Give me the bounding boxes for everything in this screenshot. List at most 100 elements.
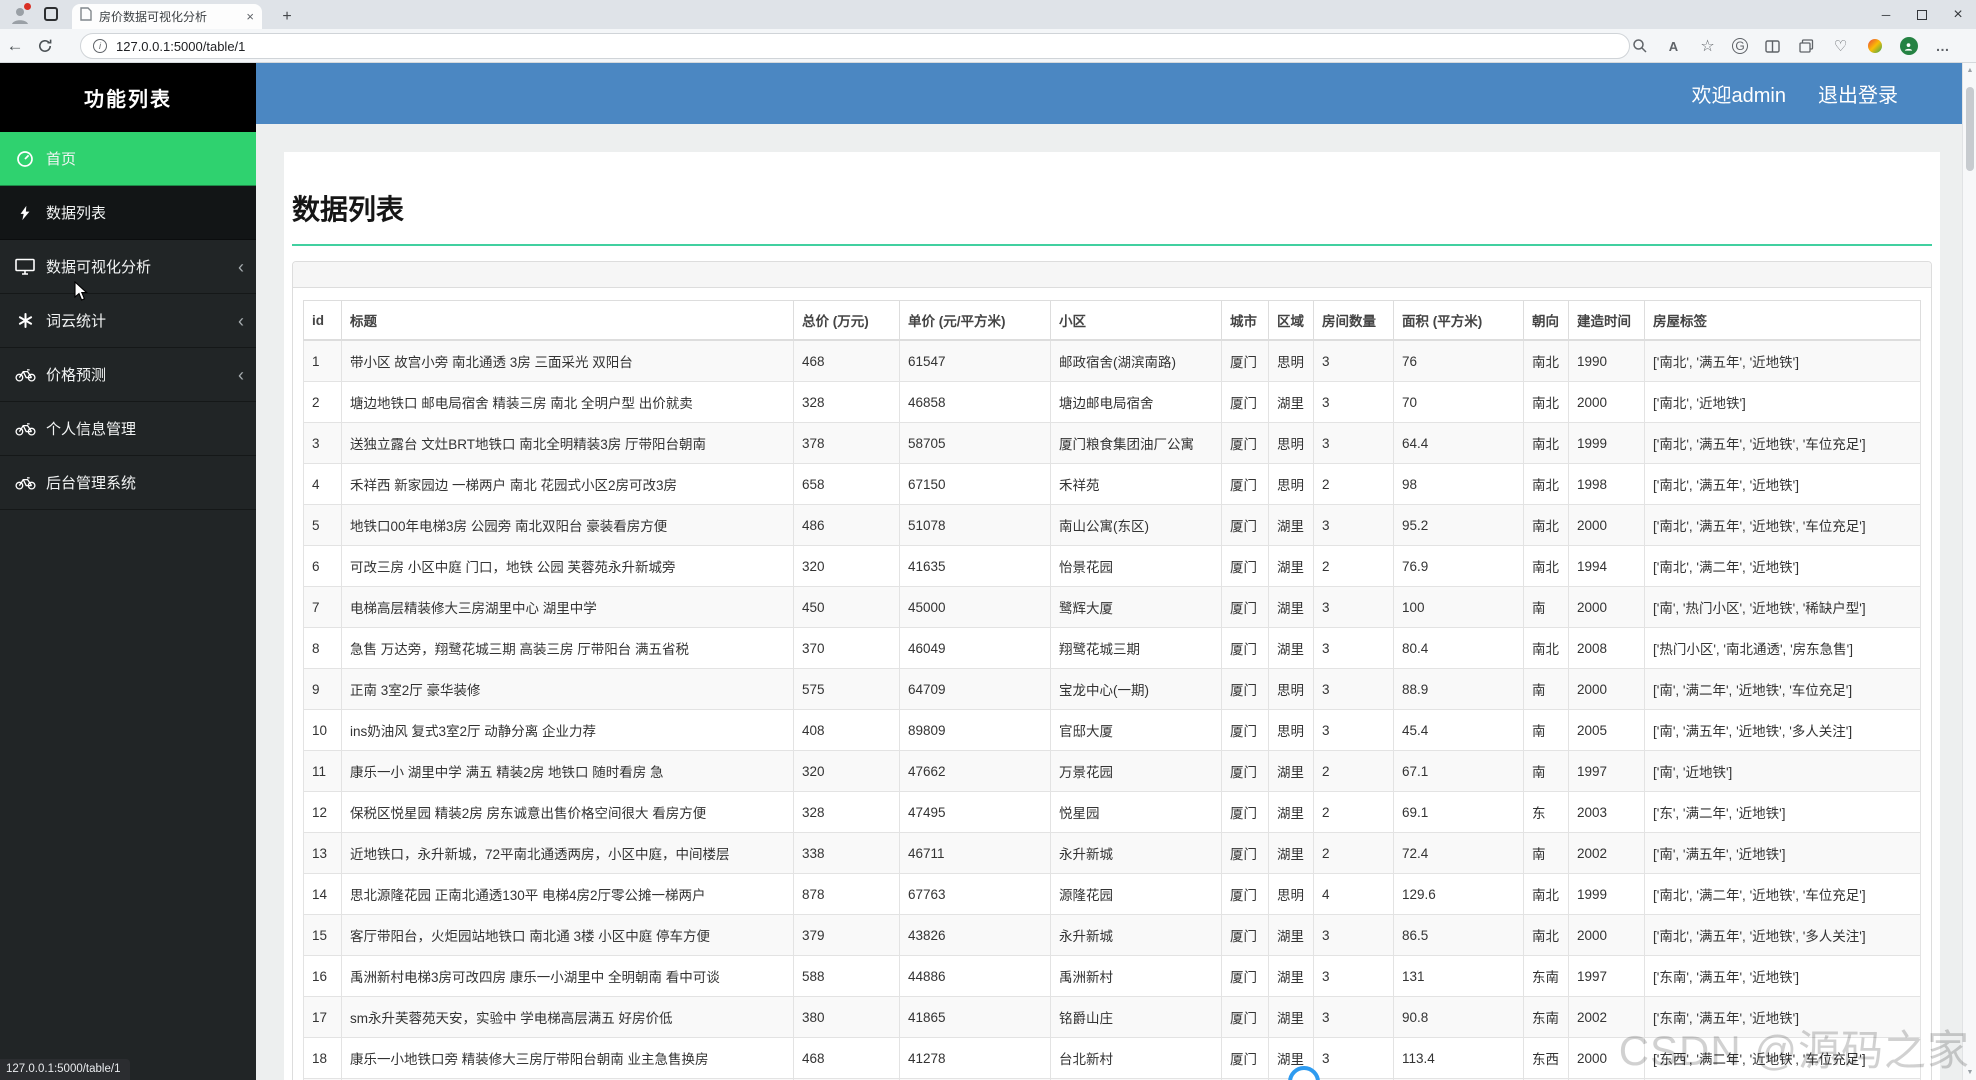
cell-tags: ['热门小区', '南北通透', '房东急售'] [1644, 627, 1921, 669]
cell-district: 思明 [1268, 339, 1314, 382]
cell-unit-price: 67150 [899, 463, 1051, 505]
minimize-button[interactable]: ─ [1868, 0, 1904, 29]
maximize-button[interactable] [1904, 0, 1940, 29]
browser-profile-icon[interactable] [8, 3, 32, 27]
cell-title: 可改三房 小区中庭 门口，地铁 公园 芙蓉苑永升新城旁 [341, 545, 794, 587]
cell-unit-price: 67763 [899, 873, 1051, 915]
cell-district: 湖里 [1268, 791, 1314, 833]
sidebar-title: 功能列表 [0, 63, 256, 132]
sidebar-item-price-predict[interactable]: 价格预测 ‹ [0, 348, 256, 402]
cell-orientation: 南 [1523, 586, 1569, 628]
sidebar-item-home[interactable]: 首页 [0, 132, 256, 186]
workspaces-icon[interactable] [44, 7, 58, 21]
cell-orientation: 南 [1523, 709, 1569, 751]
cell-title: 地铁口00年电梯3房 公园旁 南北双阳台 豪装看房方便 [341, 504, 794, 546]
sidebar-item-profile-manage[interactable]: 个人信息管理 [0, 402, 256, 456]
cell-area: 131 [1393, 955, 1524, 997]
cell-year: 1998 [1568, 463, 1645, 505]
refresh-icon[interactable] [30, 38, 60, 54]
cell-total-price: 486 [793, 504, 900, 546]
cell-area: 90.8 [1393, 996, 1524, 1038]
page-scrollbar[interactable]: ▲ ▼ [1962, 63, 1976, 1080]
profile-avatar-icon[interactable] [1899, 37, 1918, 56]
cell-total-price: 379 [793, 914, 900, 956]
cell-title: 康乐一小地铁口旁 精装修大三房厅带阳台朝南 业主急售换房 [341, 1037, 794, 1079]
col-header-rooms: 房间数量 [1313, 300, 1394, 341]
site-info-icon[interactable]: i [93, 39, 107, 53]
cell-city: 厦门 [1221, 1037, 1269, 1079]
address-bar[interactable]: i 127.0.0.1:5000/table/1 [80, 33, 1630, 59]
cell-city: 厦门 [1221, 791, 1269, 833]
cell-rooms: 2 [1313, 463, 1394, 505]
close-button[interactable]: × [1940, 0, 1976, 29]
table-row: 6 可改三房 小区中庭 门口，地铁 公园 芙蓉苑永升新城旁 320 41635 怡景花园… [303, 545, 1921, 587]
cell-orientation: 东南 [1523, 955, 1569, 997]
collections-icon[interactable] [1797, 37, 1816, 56]
cell-total-price: 328 [793, 381, 900, 423]
split-screen-icon[interactable] [1763, 37, 1782, 56]
cell-year: 2000 [1568, 914, 1645, 956]
cell-id: 18 [303, 1037, 342, 1079]
mouse-cursor [74, 280, 90, 308]
cell-total-price: 328 [793, 791, 900, 833]
cell-year: 1999 [1568, 873, 1645, 915]
bicycle-icon [14, 367, 36, 382]
cell-area: 100 [1393, 586, 1524, 628]
cell-community: 塘边邮电局宿舍 [1050, 381, 1222, 423]
tab-close-icon[interactable]: × [246, 9, 254, 24]
read-aloud-icon[interactable]: A [1664, 37, 1683, 56]
table-row: 8 急售 万达旁，翔鹭花城三期 高装三房 厅带阳台 满五省税 370 46049 翔鹭花… [303, 627, 1921, 669]
cell-district: 湖里 [1268, 996, 1314, 1038]
sidebar-item-admin-system[interactable]: 后台管理系统 [0, 456, 256, 510]
cell-area: 113.4 [1393, 1037, 1524, 1079]
cell-total-price: 468 [793, 339, 900, 382]
cell-rooms: 3 [1313, 586, 1394, 628]
favorites-star-icon[interactable]: ☆ [1698, 37, 1717, 56]
table-row: 1 带小区 故宫小旁 南北通透 3房 三面采光 双阳台 468 61547 邮政宿舍(湖… [303, 339, 1921, 382]
col-header-area: 面积 (平方米) [1393, 300, 1524, 341]
settings-ellipsis-icon[interactable]: … [1933, 37, 1952, 56]
browser-essentials-icon[interactable]: ♡ [1831, 37, 1850, 56]
cell-community: 万景花园 [1050, 750, 1222, 792]
sidebar: 功能列表 首页 数据列表 数据可视化分析 ‹ 词云统计 ‹ 价格预测 ‹ 个人信息管理 后台管理系… [0, 63, 256, 1080]
browser-tab[interactable]: 房价数据可视化分析 × [72, 4, 262, 29]
cell-area: 88.9 [1393, 668, 1524, 710]
cell-id: 9 [303, 668, 342, 710]
cell-year: 2003 [1568, 791, 1645, 833]
cell-orientation: 东 [1523, 791, 1569, 833]
col-header-unit-price: 单价 (元/平方米) [899, 300, 1051, 341]
back-icon[interactable]: ← [0, 36, 30, 56]
sidebar-menu: 首页 数据列表 数据可视化分析 ‹ 词云统计 ‹ 价格预测 ‹ 个人信息管理 后台管理系统 [0, 132, 256, 510]
cell-rooms: 3 [1313, 1037, 1394, 1079]
cell-orientation: 东南 [1523, 996, 1569, 1038]
cell-district: 湖里 [1268, 914, 1314, 956]
sidebar-item-visual-analysis[interactable]: 数据可视化分析 ‹ [0, 240, 256, 294]
cell-city: 厦门 [1221, 504, 1269, 546]
sidebar-item-data-list[interactable]: 数据列表 [0, 186, 256, 240]
tab-title: 房价数据可视化分析 [99, 10, 208, 24]
url-text: 127.0.0.1:5000/table/1 [116, 38, 246, 54]
cell-year: 2000 [1568, 381, 1645, 423]
cell-community: 鹭辉大厦 [1050, 586, 1222, 628]
cell-orientation: 南北 [1523, 381, 1569, 423]
new-tab-button[interactable]: + [276, 6, 298, 28]
translate-icon[interactable]: G [1732, 38, 1748, 54]
sidebar-item-wordcloud-stats[interactable]: 词云统计 ‹ [0, 294, 256, 348]
cell-title: 康乐一小 湖里中学 满五 精装2房 地铁口 随时看房 急 [341, 750, 794, 792]
logout-link[interactable]: 退出登录 [1818, 79, 1898, 108]
cell-community: 悦星园 [1050, 791, 1222, 833]
zoom-search-icon[interactable] [1630, 37, 1649, 56]
sidebar-item-label: 数据可视化分析 [46, 259, 152, 276]
col-header-tags: 房屋标签 [1644, 300, 1921, 341]
extension-icon[interactable] [1865, 37, 1884, 56]
cell-area: 76 [1393, 339, 1524, 382]
cell-tags: ['南', '热门小区', '近地铁', '稀缺户型'] [1644, 586, 1921, 628]
cell-title: 禾祥西 新家园边 一梯两户 南北 花园式小区2房可改3房 [341, 463, 794, 505]
cell-city: 厦门 [1221, 545, 1269, 587]
cell-title: 正南 3室2厅 豪华装修 [341, 668, 794, 710]
cell-rooms: 3 [1313, 914, 1394, 956]
table-row: 5 地铁口00年电梯3房 公园旁 南北双阳台 豪装看房方便 486 51078 南山公寓… [303, 504, 1921, 546]
scrollbar-thumb[interactable] [1966, 87, 1974, 171]
scroll-up-icon[interactable]: ▲ [1963, 67, 1976, 74]
cell-id: 16 [303, 955, 342, 997]
